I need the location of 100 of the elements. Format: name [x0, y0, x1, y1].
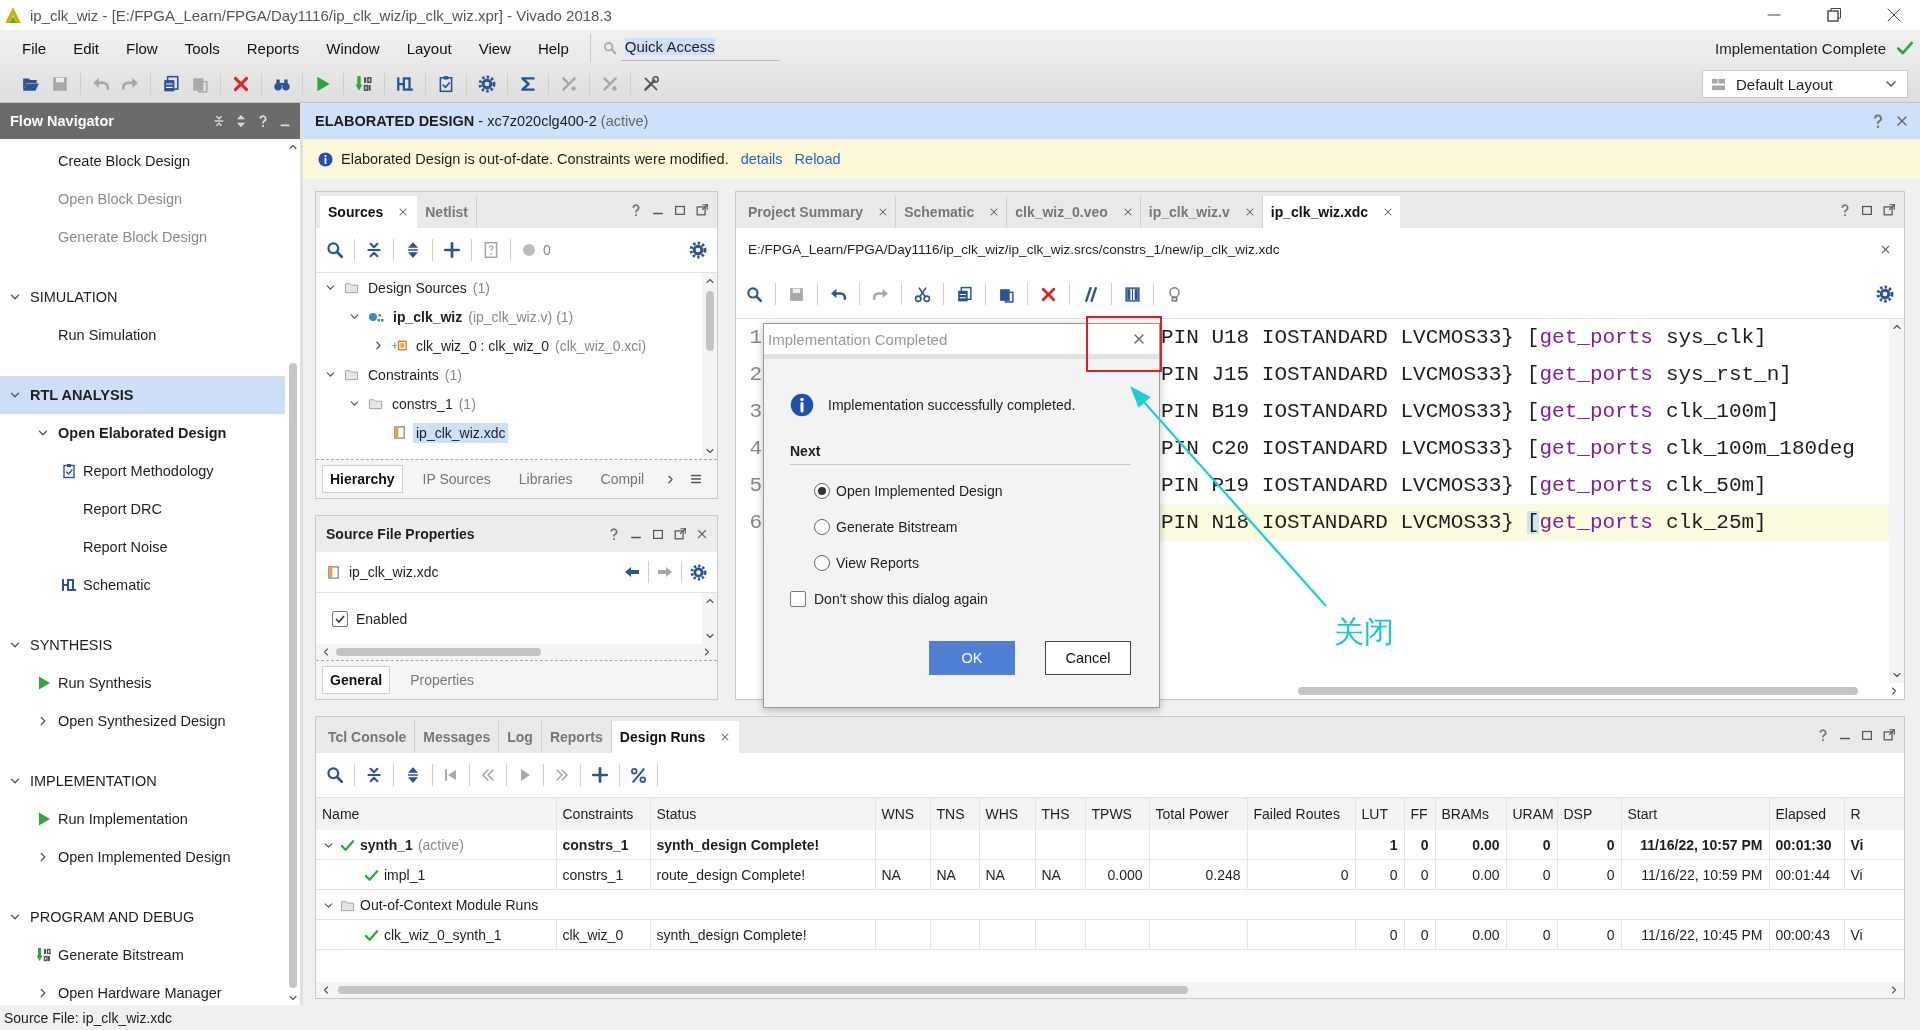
- radio-label[interactable]: View Reports: [836, 555, 919, 571]
- nav-item[interactable]: Report DRC: [83, 501, 162, 517]
- editor-tab[interactable]: ip_clk_wiz.xdc: [1262, 196, 1401, 228]
- open-folder-icon[interactable]: [22, 75, 40, 93]
- menu-item[interactable]: Layout: [394, 35, 464, 61]
- run-name[interactable]: clk_wiz_0_synth_1: [384, 927, 502, 944]
- section-title[interactable]: IMPLEMENTATION: [30, 773, 157, 789]
- search-icon[interactable]: [326, 241, 344, 259]
- comment-icon[interactable]: [1082, 285, 1099, 303]
- column-header[interactable]: DSP: [1557, 798, 1621, 830]
- nav-item[interactable]: Schematic: [83, 577, 151, 593]
- maximize-icon[interactable]: [1860, 203, 1874, 217]
- column-header[interactable]: Status: [650, 798, 875, 830]
- enabled-checkbox[interactable]: [332, 610, 348, 627]
- column-header[interactable]: TPWS: [1085, 798, 1149, 830]
- settings-icon[interactable]: [690, 563, 707, 581]
- tree-item[interactable]: constrs_1: [389, 393, 456, 414]
- view-tab[interactable]: General: [322, 666, 391, 694]
- bulb-icon[interactable]: [1166, 285, 1183, 303]
- float-icon[interactable]: [1882, 203, 1896, 217]
- panel-tab[interactable]: Messages: [415, 721, 500, 753]
- search-icon[interactable]: [746, 285, 763, 303]
- column-header[interactable]: Name: [316, 798, 556, 830]
- column-header[interactable]: BRAMs: [1435, 798, 1506, 830]
- view-tab[interactable]: Properties: [402, 666, 482, 694]
- nav-item[interactable]: Report Methodology: [83, 463, 214, 479]
- column-header[interactable]: THS: [1035, 798, 1085, 830]
- section-title[interactable]: SIMULATION: [30, 289, 118, 305]
- schematic-icon[interactable]: [396, 75, 414, 93]
- layout-dropdown[interactable]: Default Layout: [1702, 70, 1908, 98]
- column-header[interactable]: Constraints: [556, 798, 650, 830]
- copy-icon[interactable]: [162, 75, 180, 93]
- nav-item[interactable]: Generate Bitstream: [58, 947, 184, 963]
- panel-tab[interactable]: Reports: [541, 721, 612, 753]
- settings-icon[interactable]: [689, 241, 707, 259]
- section-header[interactable]: SYNTHESIS: [0, 626, 285, 664]
- editor-tab[interactable]: Schematic: [896, 196, 1008, 228]
- column-header[interactable]: URAM: [1506, 798, 1557, 830]
- column-header[interactable]: WHS: [979, 798, 1035, 830]
- section-title[interactable]: PROGRAM AND DEBUG: [30, 909, 195, 925]
- clipboard-icon[interactable]: [437, 75, 455, 93]
- settings-icon[interactable]: [478, 75, 496, 93]
- view-tab[interactable]: IP Sources: [414, 465, 499, 493]
- menu-item[interactable]: File: [10, 35, 59, 61]
- menu-item[interactable]: Reports: [234, 35, 312, 61]
- float-icon[interactable]: [673, 527, 687, 541]
- settings-icon[interactable]: [1876, 285, 1894, 303]
- tree-item[interactable]: ip_clk_wiz: [390, 306, 466, 327]
- section-header[interactable]: SIMULATION: [0, 278, 285, 316]
- columns-icon[interactable]: [1124, 285, 1141, 303]
- add-icon[interactable]: [591, 766, 609, 784]
- section-header[interactable]: PROGRAM AND DEBUG: [0, 898, 285, 936]
- tree-item[interactable]: Design Sources: [365, 277, 470, 298]
- run-name[interactable]: synth_1: [360, 837, 413, 854]
- panel-tab[interactable]: Log: [499, 721, 542, 753]
- run-name[interactable]: impl_1: [384, 867, 426, 884]
- tool-icon[interactable]: [642, 75, 660, 93]
- menu-item[interactable]: Edit: [61, 35, 112, 61]
- checkbox-label[interactable]: Enabled: [356, 610, 408, 627]
- collapse-all-icon[interactable]: [365, 766, 383, 784]
- ok-button[interactable]: OK: [929, 641, 1015, 675]
- nav-item[interactable]: Open Synthesized Design: [58, 713, 226, 729]
- column-header[interactable]: Elapsed: [1769, 798, 1844, 830]
- radio-button[interactable]: [814, 483, 830, 499]
- panel-tab[interactable]: Sources: [320, 196, 418, 228]
- close-icon[interactable]: [695, 527, 709, 541]
- nav-item[interactable]: Open Elaborated Design: [58, 425, 227, 441]
- float-icon[interactable]: [695, 203, 709, 217]
- delete-icon[interactable]: [1040, 285, 1057, 303]
- menu-item[interactable]: Help: [525, 35, 581, 61]
- quick-access-field[interactable]: Quick Access: [620, 35, 780, 61]
- editor-tab[interactable]: ip_clk_wiz.v: [1140, 196, 1263, 228]
- menu-item[interactable]: Flow: [114, 35, 170, 61]
- editor-tab[interactable]: Project Summary: [740, 196, 897, 228]
- menu-item[interactable]: View: [466, 35, 523, 61]
- radio-button[interactable]: [814, 519, 830, 535]
- cut-icon[interactable]: [914, 285, 931, 303]
- download-bits-icon[interactable]: [355, 75, 373, 93]
- column-header[interactable]: WNS: [875, 798, 930, 830]
- float-icon[interactable]: [1882, 728, 1896, 742]
- column-header[interactable]: R: [1844, 798, 1904, 830]
- checkbox[interactable]: [790, 591, 806, 607]
- radio-button[interactable]: [814, 555, 830, 571]
- sigma-icon[interactable]: [519, 75, 537, 93]
- checkbox-label[interactable]: Don't show this dialog again: [814, 591, 988, 607]
- tree-item[interactable]: Constraints: [365, 364, 442, 385]
- collapse-all-icon[interactable]: [365, 241, 383, 259]
- nav-item[interactable]: Create Block Design: [58, 153, 191, 169]
- column-header[interactable]: Total Power: [1149, 798, 1247, 830]
- panel-tab[interactable]: Netlist: [417, 196, 478, 228]
- column-header[interactable]: Start: [1621, 798, 1769, 830]
- banner-link[interactable]: Reload: [794, 151, 841, 167]
- view-tab[interactable]: Libraries: [510, 465, 581, 493]
- section-title[interactable]: SYNTHESIS: [30, 637, 113, 653]
- section-header[interactable]: IMPLEMENTATION: [0, 762, 285, 800]
- panel-tab[interactable]: Design Runs: [611, 721, 740, 753]
- section-header[interactable]: RTL ANALYSIS: [0, 376, 285, 414]
- menu-item[interactable]: Tools: [172, 35, 232, 61]
- percent-icon[interactable]: [630, 766, 647, 784]
- section-title[interactable]: RTL ANALYSIS: [30, 387, 134, 403]
